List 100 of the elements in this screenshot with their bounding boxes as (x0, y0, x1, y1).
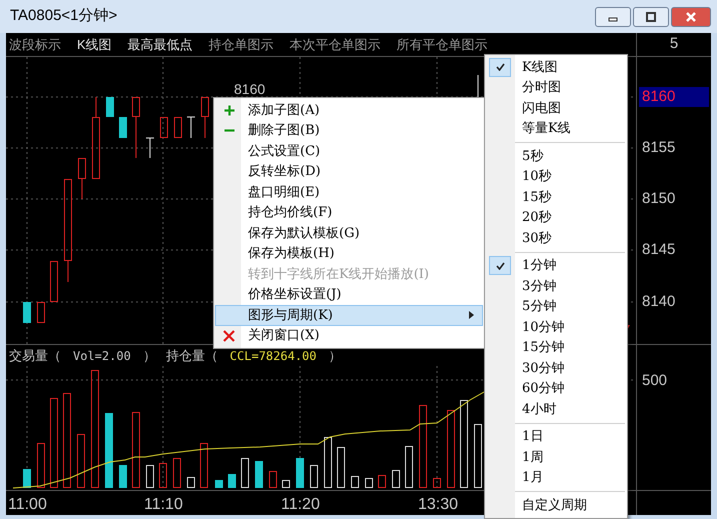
submenu-arrow-icon (469, 311, 474, 320)
menu-item[interactable]: 15秒 (485, 187, 627, 208)
volume-bar (200, 443, 208, 488)
candlestick (23, 302, 31, 323)
volume-header-text: CCL=78264.00 (230, 348, 316, 365)
menu-item[interactable]: 添加子图(A) (215, 100, 483, 120)
menu-item[interactable]: 盘口明细(E) (215, 182, 483, 202)
window-title: TA0805<1分钟> (10, 6, 118, 26)
menu-item[interactable]: 60分钟 (485, 378, 627, 399)
maximize-icon (645, 12, 657, 22)
menu-item[interactable]: 1日 (485, 426, 627, 447)
volume-bar (282, 480, 290, 488)
candlestick (106, 97, 114, 117)
volume-bar (241, 458, 249, 488)
volume-bar (365, 478, 373, 488)
volume-bar (173, 458, 181, 488)
axis-label: 8145 (641, 240, 676, 260)
volume-bar (187, 477, 195, 488)
minus-icon (224, 129, 234, 132)
close-icon (223, 330, 235, 342)
axis-label: 8140 (641, 292, 676, 312)
menu-item[interactable]: 关闭窗口(X) (215, 326, 483, 346)
candlestick (119, 117, 127, 138)
minimize-button[interactable] (595, 6, 631, 26)
menu-item[interactable]: 反转坐标(D) (215, 162, 483, 182)
price-label: 8160 (234, 80, 266, 99)
volume-bar (77, 434, 85, 488)
volume-bar (215, 480, 223, 488)
volume-bar (296, 458, 304, 488)
menu-item[interactable]: K线图 (485, 57, 627, 78)
volume-bar (119, 465, 127, 488)
volume-bar (433, 478, 441, 488)
close-button[interactable] (671, 6, 711, 26)
menu-item[interactable]: 图形与周期(K) (215, 305, 483, 326)
volume-bar (310, 465, 318, 488)
toolbar-item[interactable]: 所有平仓单图示 (396, 34, 488, 54)
menu-item[interactable]: 持仓均价线(F) (215, 202, 483, 223)
volume-bar (405, 446, 413, 488)
menu-item[interactable]: 闪电图 (485, 98, 627, 118)
volume-bar (146, 465, 154, 488)
axis-label: 8150 (641, 189, 676, 209)
volume-header-text: Vol=2.00 (73, 348, 131, 365)
toolbar-item[interactable]: 持仓单图示 (208, 34, 274, 54)
menu-item[interactable]: 3分钟 (485, 276, 627, 296)
volume-bar (255, 461, 263, 488)
menu-item[interactable]: 自定义周期 (485, 495, 627, 516)
volume-bar (269, 471, 277, 488)
volume-bar (23, 469, 31, 488)
menu-item[interactable]: 1周 (485, 447, 627, 468)
menu-item[interactable]: 20秒 (485, 208, 627, 228)
menu-item[interactable]: 4小时 (485, 399, 627, 420)
volume-header-text: ） (142, 346, 156, 364)
volume-bar (337, 447, 345, 488)
candlestick (201, 97, 209, 138)
menu-item[interactable]: 5分钟 (485, 296, 627, 317)
menu-item[interactable]: 10秒 (485, 166, 627, 187)
candlestick (132, 97, 140, 158)
plus-icon (224, 104, 234, 116)
volume-header-text: ） (328, 346, 342, 364)
candlestick (146, 138, 154, 158)
toolbar-item[interactable]: K线图 (77, 34, 112, 54)
menu-item[interactable]: 价格坐标设置(J) (215, 284, 483, 305)
volume-header-text: 持仓量（ (166, 346, 218, 364)
candlestick (50, 261, 58, 302)
volume-bar (159, 463, 167, 488)
toolbar-item[interactable]: 最高最低点 (128, 34, 193, 54)
menu-item[interactable]: 1分钟 (485, 256, 627, 276)
candlestick (160, 117, 168, 138)
axis-label: 5 (670, 34, 678, 54)
close-icon (685, 12, 697, 22)
time-label: 11:10 (144, 495, 183, 515)
menu-item[interactable]: 30秒 (485, 228, 627, 248)
candlestick (174, 117, 182, 138)
volume-bar (378, 475, 386, 488)
menu-item[interactable]: 15分钟 (485, 338, 627, 358)
volume-bar (324, 437, 332, 488)
candlestick (78, 158, 86, 200)
axis-label: 8155 (641, 138, 676, 158)
menu-item[interactable]: 删除子图(B) (215, 120, 483, 141)
menu-item[interactable]: 等量K线 (485, 118, 627, 139)
time-label: 11:20 (281, 495, 320, 515)
candlestick (37, 302, 45, 323)
menu-item[interactable]: 1月 (485, 468, 627, 488)
maximize-button[interactable] (633, 6, 669, 26)
menu-item[interactable]: 保存为模板(H) (215, 244, 483, 264)
toolbar-item[interactable]: 波段标示 (9, 34, 61, 54)
volume-header-text: 交易量（ (9, 346, 61, 364)
menu-item[interactable]: 公式设置(C) (215, 141, 483, 162)
time-label: 11:00 (8, 495, 47, 515)
toolbar-item[interactable]: 本次平仓单图示 (290, 34, 381, 54)
volume-bar (474, 424, 482, 488)
axis-label: 8160 (639, 87, 709, 107)
volume-bar (392, 470, 400, 488)
menu-item[interactable]: 5秒 (485, 146, 627, 166)
time-label: 13:30 (418, 495, 458, 515)
menu-item[interactable]: 分时图 (485, 78, 627, 98)
menu-item[interactable]: 30分钟 (485, 358, 627, 378)
volume-bar (351, 476, 359, 488)
menu-item[interactable]: 保存为默认模板(G) (215, 223, 483, 244)
volume-bar (37, 443, 45, 488)
